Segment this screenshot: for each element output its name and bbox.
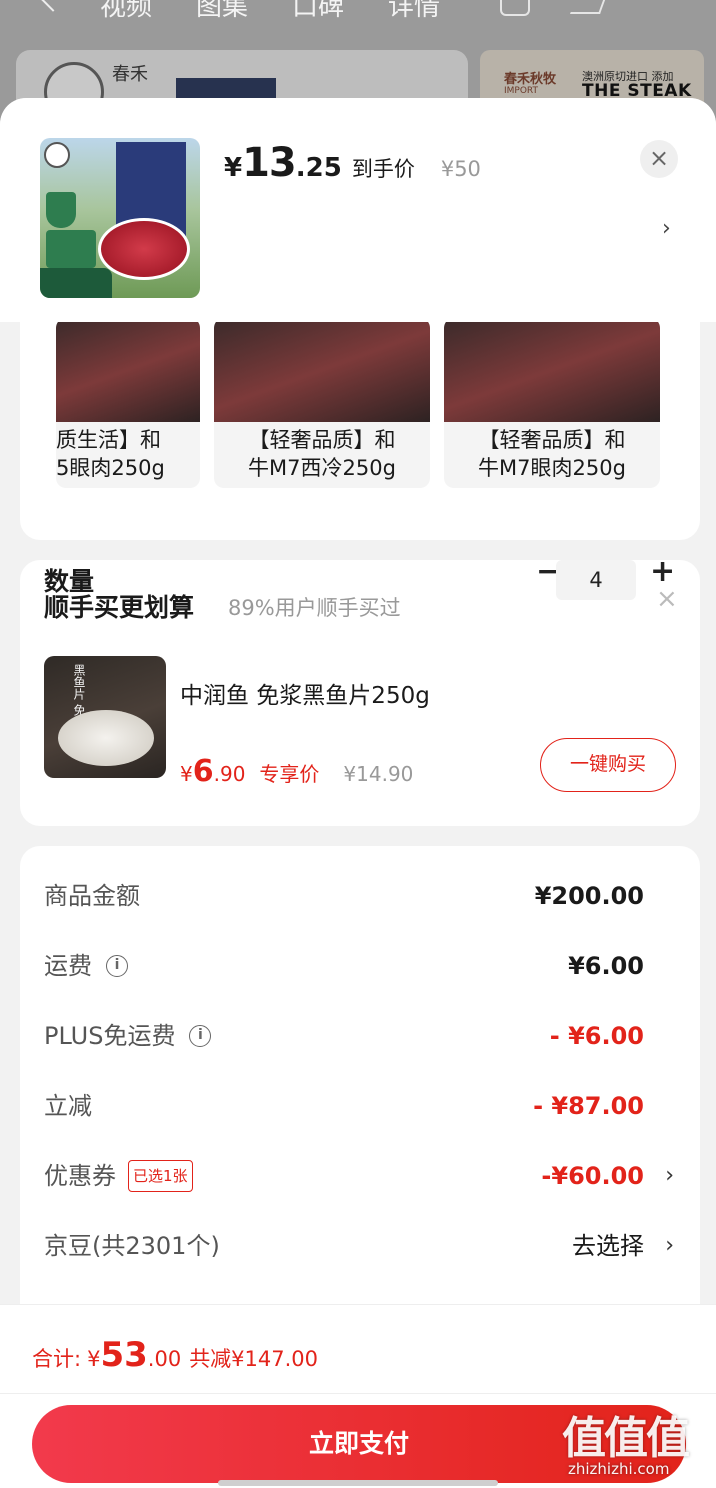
quantity-input[interactable]: 4: [556, 560, 636, 600]
watermark-logo: 值值值 zhizhizhi.com: [562, 1402, 712, 1486]
summary-row-jingdou[interactable]: 京豆(共2301个) 去选择 ›: [44, 1226, 680, 1266]
quantity-increase-button[interactable]: +: [650, 554, 675, 589]
quantity-label: 数量: [44, 567, 95, 596]
summary-label: 立减: [44, 1092, 92, 1120]
summary-row-plus-free-shipping: PLUS免运费 i - ¥6.00: [44, 1016, 680, 1056]
summary-label: 运费: [44, 952, 92, 980]
summary-row-instant-discount: 立减 - ¥87.00: [44, 1086, 680, 1126]
bg-tab-details: 详情: [388, 0, 441, 22]
summary-label: 京豆(共2301个): [44, 1232, 220, 1260]
summary-row-shipping: 运费 i ¥6.00: [44, 946, 680, 986]
steak-image: [98, 218, 190, 280]
variant-label: 质生活】和 5眼肉250g: [56, 428, 165, 480]
coupon-selected-badge: 已选1张: [128, 1160, 193, 1192]
summary-label: PLUS免运费: [44, 1022, 176, 1050]
summary-value: -¥60.00: [541, 1162, 644, 1190]
background-brand-name: 春禾: [112, 64, 148, 85]
variant-image: [214, 318, 430, 422]
upsell-product-name[interactable]: 中润鱼 免浆黑鱼片250g: [180, 676, 430, 710]
summary-label-wrap: 优惠券 已选1张: [44, 1156, 193, 1196]
total-integer: 53: [100, 1335, 148, 1375]
variant-label: 【轻奢品质】和 牛M7西冷250g: [248, 428, 396, 480]
price-decimal: .25: [295, 153, 342, 183]
summary-value: ¥6.00: [568, 952, 644, 980]
import-badge: [46, 230, 96, 268]
summary-label-wrap: 运费 i: [44, 946, 128, 986]
bg-tab-video: 视频: [100, 0, 153, 22]
promo-brand: 春禾秋牧: [504, 72, 557, 87]
summary-label-wrap: PLUS免运费 i: [44, 1016, 212, 1056]
variant-option-2[interactable]: 【轻奢品质】和 牛M7西冷250g: [214, 318, 430, 488]
thumbnail-logo: [44, 142, 70, 168]
chevron-right-icon[interactable]: ›: [662, 216, 671, 241]
background-tabs: 视频 图集 口碑 详情: [100, 0, 440, 23]
upsell-price-tag: 专享价: [259, 762, 320, 786]
summary-value: ¥200.00: [534, 882, 644, 910]
chevron-right-icon[interactable]: ›: [665, 1226, 674, 1266]
upsell-price-currency: ¥: [180, 762, 193, 786]
total-savings: 共减¥147.00: [189, 1347, 319, 1371]
total-decimal: .00: [147, 1347, 182, 1371]
bg-tab-gallery: 图集: [196, 0, 249, 22]
info-icon[interactable]: i: [106, 955, 128, 977]
upsell-price: ¥ 6 .90 专享价 ¥14.90: [180, 754, 413, 789]
summary-label: 商品金额: [44, 882, 140, 910]
summary-row-coupon[interactable]: 优惠券 已选1张 -¥60.00 ›: [44, 1156, 680, 1196]
upsell-price-decimal: .90: [213, 762, 246, 786]
checkout-sheet: ¥ 13 .25 到手价 ¥50 × › 质生活】和 5眼肉250g 【轻奢品质…: [0, 98, 716, 1488]
home-indicator[interactable]: [218, 1480, 498, 1486]
product-thumbnail[interactable]: [40, 138, 200, 298]
close-icon[interactable]: ×: [640, 140, 678, 178]
fish-plate-image: [58, 710, 154, 766]
upsell-subtitle: 89%用户顺手买过: [228, 596, 401, 620]
back-icon: [40, 0, 66, 12]
summary-value: - ¥87.00: [533, 1092, 644, 1120]
thumbnail-footer: [40, 268, 112, 298]
original-price: ¥50: [440, 157, 481, 181]
summary-row-goods-amount: 商品金额 ¥200.00: [44, 876, 680, 916]
favorite-icon: [500, 0, 530, 16]
variant-option-3[interactable]: 【轻奢品质】和 牛M7眼肉250g: [444, 318, 660, 488]
total-summary: 合计: ¥ 53 .00 共减¥147.00: [32, 1335, 318, 1375]
promo-brand-sub: IMPORT: [504, 86, 539, 96]
bg-tab-reviews: 口碑: [292, 0, 345, 22]
chevron-right-icon[interactable]: ›: [665, 1156, 674, 1196]
summary-value[interactable]: 去选择: [572, 1226, 644, 1266]
share-icon: [569, 0, 609, 14]
watermark-sub: zhizhizhi.com: [568, 1460, 670, 1478]
upsell-product-image[interactable]: 黑鱼片 免浆: [44, 656, 166, 778]
upsell-original-price: ¥14.90: [343, 762, 414, 786]
variant-label: 【轻奢品质】和 牛M7眼肉250g: [478, 428, 626, 480]
header-price: ¥ 13 .25 到手价 ¥50: [224, 140, 481, 186]
one-click-buy-button[interactable]: 一键购买: [540, 738, 676, 792]
sheet-header: ¥ 13 .25 到手价 ¥50 × ›: [0, 98, 716, 322]
info-icon[interactable]: i: [189, 1025, 212, 1047]
variant-option-1[interactable]: 质生活】和 5眼肉250g: [56, 318, 200, 488]
total-currency: ¥: [87, 1347, 101, 1371]
variant-image: [444, 318, 660, 422]
watermark-main: 值值值: [562, 1413, 690, 1464]
variant-image: [56, 318, 200, 422]
summary-label: 优惠券: [44, 1162, 116, 1190]
upsell-price-integer: 6: [192, 754, 214, 789]
summary-value: - ¥6.00: [549, 1022, 644, 1050]
divider: [0, 1393, 716, 1394]
total-label: 合计:: [32, 1347, 82, 1371]
safety-shield-icon: [46, 192, 76, 228]
price-tag: 到手价: [351, 157, 415, 181]
price-integer: 13: [242, 140, 297, 186]
price-currency: ¥: [224, 153, 243, 183]
